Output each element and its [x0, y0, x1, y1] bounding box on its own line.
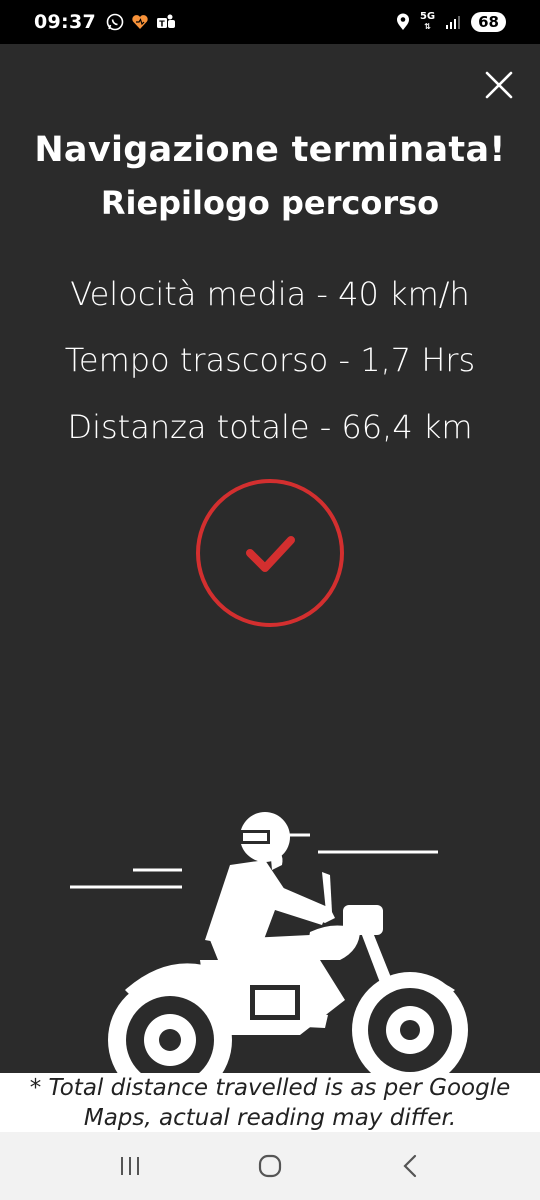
- stat-elapsed-time: Tempo trascorso - 1,7 Hrs: [64, 341, 476, 379]
- teams-icon: T: [156, 14, 175, 29]
- stat-average-speed: Velocità media - 40 km/h: [70, 275, 470, 313]
- home-icon: [258, 1154, 282, 1178]
- signal-icon: [446, 16, 461, 29]
- close-icon: [485, 71, 513, 99]
- stat-total-distance: Distanza totale - 66,4 km: [67, 408, 473, 446]
- svg-text:T: T: [159, 20, 165, 29]
- data-arrows-icon: ⇅: [424, 22, 431, 31]
- status-right: 5G ⇅ 68: [396, 12, 506, 32]
- checkmark-circle-icon: [196, 479, 344, 627]
- disclaimer-text: * Total distance travelled is as per Goo…: [29, 1075, 511, 1131]
- recent-apps-icon: [121, 1157, 139, 1175]
- home-button[interactable]: [250, 1146, 290, 1186]
- recent-apps-button[interactable]: [110, 1146, 150, 1186]
- heart-app-icon: [132, 15, 148, 29]
- status-time: 09:37: [34, 11, 96, 33]
- back-chevron-icon: [403, 1154, 417, 1178]
- whatsapp-icon: [106, 13, 124, 31]
- motorcycle-rider-illustration: [70, 812, 468, 1075]
- page-title: Navigazione terminata!: [34, 130, 506, 170]
- system-navigation-bar: [0, 1132, 540, 1200]
- back-button[interactable]: [390, 1146, 430, 1186]
- close-button[interactable]: [484, 70, 514, 100]
- disclaimer: * Total distance travelled is as per Goo…: [0, 1073, 540, 1132]
- notification-icons: T: [106, 13, 176, 31]
- network-type: 5G ⇅: [419, 11, 436, 32]
- status-left: 09:37 T: [34, 11, 176, 33]
- page-subtitle: Riepilogo percorso: [100, 184, 440, 222]
- location-icon: [396, 13, 409, 30]
- status-bar: 09:37 T 5G ⇅ 68: [0, 0, 540, 44]
- battery-indicator: 68: [471, 12, 506, 32]
